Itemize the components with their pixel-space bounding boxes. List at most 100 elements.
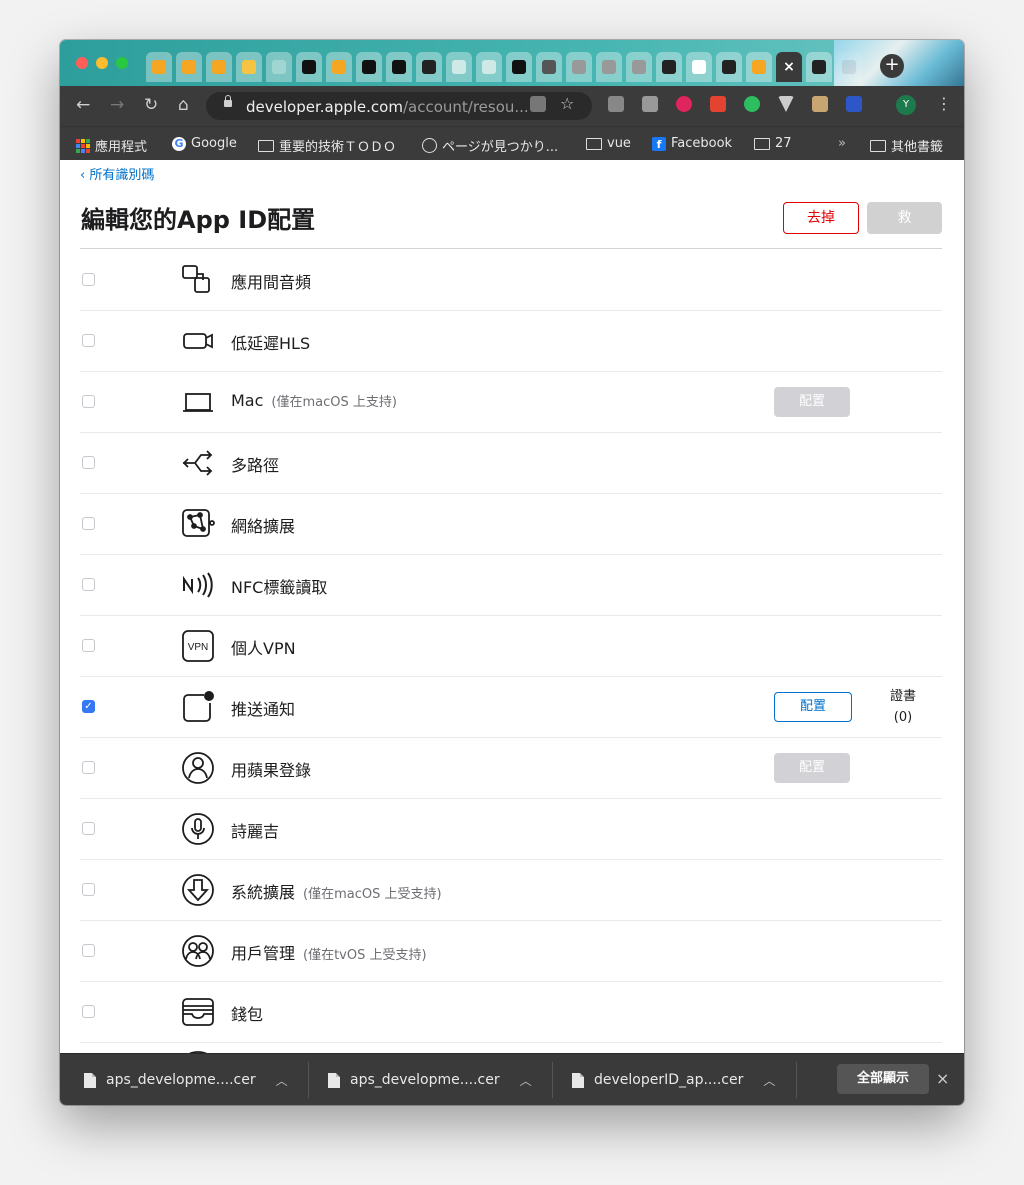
vue-devtools-icon[interactable] <box>778 96 794 112</box>
profile-avatar[interactable]: Y <box>896 95 916 115</box>
capability-checkbox[interactable] <box>82 761 95 774</box>
tab[interactable] <box>236 52 262 82</box>
configure-button-disabled[interactable]: 配置 <box>774 387 850 417</box>
bookmark-facebook[interactable]: f Facebook <box>652 136 732 151</box>
divider <box>552 1062 553 1098</box>
capability-checkbox[interactable] <box>82 822 95 835</box>
bookmark-apps[interactable]: 應用程式 <box>76 136 147 155</box>
tab[interactable] <box>716 52 742 82</box>
folder-icon <box>258 139 274 152</box>
close-window-button[interactable] <box>76 57 88 69</box>
globe-icon <box>422 138 437 153</box>
chevron-up-icon[interactable]: ︿ <box>520 1072 532 1089</box>
tab[interactable] <box>746 52 772 82</box>
back-arrow-icon[interactable]: ← <box>76 95 90 115</box>
tab[interactable] <box>266 52 292 82</box>
new-tab-button[interactable]: + <box>880 54 904 78</box>
download-item[interactable]: aps_developme....cer ︿ <box>328 1054 532 1105</box>
back-to-identifiers-link[interactable]: ‹ 所有識別碼 <box>80 164 154 183</box>
capability-checkbox[interactable] <box>82 883 95 896</box>
tab[interactable] <box>446 52 472 82</box>
wallet-icon <box>180 994 216 1030</box>
tab[interactable] <box>536 52 562 82</box>
capability-row-sign-in-with-apple: 用蘋果登錄 配置 <box>80 737 942 799</box>
chevron-up-icon[interactable]: ︿ <box>276 1072 288 1089</box>
reload-icon[interactable]: ↻ <box>144 95 158 115</box>
tab[interactable] <box>686 52 712 82</box>
bookmark-label: Google <box>191 136 237 151</box>
close-tab-icon[interactable]: × <box>782 60 796 74</box>
downloads-bar: aps_developme....cer ︿ aps_developme....… <box>60 1053 964 1105</box>
extension-icon[interactable] <box>642 96 658 112</box>
minimize-window-button[interactable] <box>96 57 108 69</box>
tab[interactable] <box>596 52 622 82</box>
tab[interactable] <box>806 52 832 82</box>
tab[interactable] <box>206 52 232 82</box>
bookmark-folder-27[interactable]: 27 <box>754 136 792 151</box>
github-icon <box>362 60 376 74</box>
extension-icon[interactable] <box>846 96 862 112</box>
download-item[interactable]: developerID_ap....cer ︿ <box>572 1054 775 1105</box>
bookmark-folder-other[interactable]: 其他書籤 <box>870 136 943 155</box>
capability-checkbox[interactable] <box>82 456 95 469</box>
capability-checkbox[interactable] <box>82 1005 95 1018</box>
capability-checkbox[interactable] <box>82 334 95 347</box>
tab-favicon-icon <box>182 60 196 74</box>
url-path: /account/resou... <box>402 98 529 116</box>
bookmark-folder-todo[interactable]: 重要的技術ＴＯＤＯ <box>258 136 396 155</box>
more-menu-icon[interactable]: ⋮ <box>936 94 952 113</box>
translate-icon[interactable] <box>530 96 546 112</box>
capability-checkbox-checked[interactable]: ✓ <box>82 700 95 713</box>
tab-list: × <box>146 52 866 82</box>
todoist-icon[interactable] <box>710 96 726 112</box>
extension-icon[interactable] <box>812 96 828 112</box>
url-text[interactable]: developer.apple.com/account/resou... <box>246 98 529 116</box>
maximize-window-button[interactable] <box>116 57 128 69</box>
bookmark-google[interactable]: G Google <box>172 136 237 151</box>
tab[interactable] <box>416 52 442 82</box>
tab[interactable] <box>566 52 592 82</box>
browser-window: × + ← → ↻ ⌂ developer.apple.com/account/… <box>60 40 964 1105</box>
capability-checkbox[interactable] <box>82 944 95 957</box>
forward-arrow-icon[interactable]: → <box>110 95 124 115</box>
capability-checkbox[interactable] <box>82 273 95 286</box>
evernote-icon[interactable] <box>744 96 760 112</box>
configure-button-disabled[interactable]: 配置 <box>774 753 850 783</box>
capability-checkbox[interactable] <box>82 578 95 591</box>
capability-row-multipath: 多路徑 <box>80 432 942 494</box>
capability-checkbox[interactable] <box>82 639 95 652</box>
save-button[interactable]: 救 <box>867 202 942 234</box>
show-all-downloads-button[interactable]: 全部顯示 <box>837 1064 929 1094</box>
tab[interactable] <box>506 52 532 82</box>
extension-icon[interactable] <box>676 96 692 112</box>
download-item[interactable]: aps_developme....cer ︿ <box>84 1054 288 1105</box>
bookmarks-overflow-button[interactable]: » <box>838 136 846 151</box>
capability-label: 錢包 <box>231 1001 263 1025</box>
tab[interactable] <box>476 52 502 82</box>
inter-app-audio-icon <box>180 262 216 298</box>
home-icon[interactable]: ⌂ <box>178 95 189 115</box>
configure-button[interactable]: 配置 <box>774 692 852 722</box>
tab[interactable] <box>296 52 322 82</box>
tab[interactable] <box>146 52 172 82</box>
extension-icon[interactable] <box>608 96 624 112</box>
close-downloads-icon[interactable]: × <box>936 1069 949 1088</box>
tab[interactable] <box>656 52 682 82</box>
capability-label: 用蘋果登錄 <box>231 757 311 781</box>
laptop-icon <box>180 384 216 420</box>
tab[interactable] <box>386 52 412 82</box>
bookmark-star-icon[interactable]: ☆ <box>560 94 574 113</box>
url-host: developer.apple.com <box>246 98 403 116</box>
bookmark-page-not-found[interactable]: ページが見つかり... <box>422 136 558 155</box>
svg-text:VPN: VPN <box>188 642 209 653</box>
tab-active[interactable]: × <box>776 52 802 82</box>
chevron-up-icon[interactable]: ︿ <box>763 1072 775 1089</box>
tab[interactable] <box>176 52 202 82</box>
tab[interactable] <box>626 52 652 82</box>
bookmark-folder-vue[interactable]: vue <box>586 136 631 151</box>
tab[interactable] <box>326 52 352 82</box>
capability-checkbox[interactable] <box>82 395 95 408</box>
capability-checkbox[interactable] <box>82 517 95 530</box>
tab[interactable] <box>356 52 382 82</box>
remove-button[interactable]: 去掉 <box>783 202 859 234</box>
